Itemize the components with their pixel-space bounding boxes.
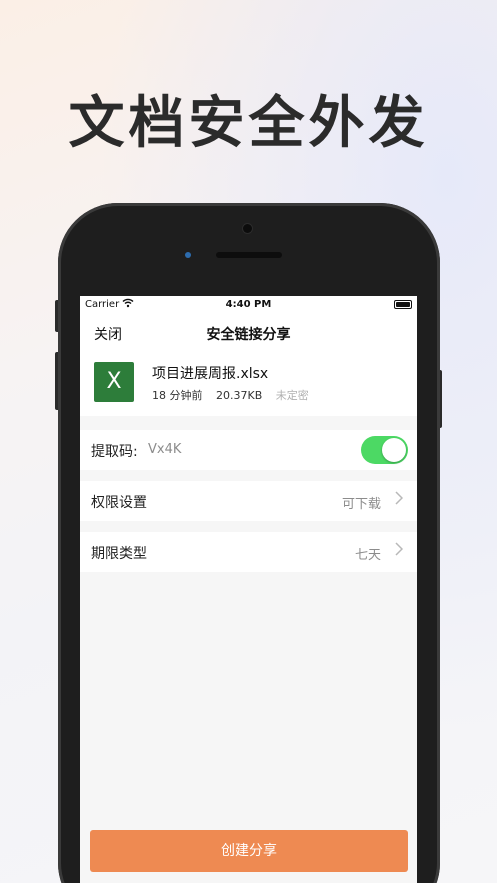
app-screen: Carrier 4:40 PM 关闭 安全链接分享 X 项目进展周报.xlsx … <box>80 296 417 883</box>
extract-code-label: 提取码: <box>91 444 138 460</box>
permission-label: 权限设置 <box>91 495 147 511</box>
permission-row[interactable]: 权限设置 可下载 <box>80 481 417 521</box>
expiry-row[interactable]: 期限类型 七天 <box>80 532 417 572</box>
expiry-label: 期限类型 <box>91 546 147 562</box>
extract-code-toggle[interactable] <box>361 436 408 464</box>
permission-value: 可下载 <box>341 497 381 512</box>
earpiece-speaker <box>216 252 282 258</box>
create-share-button[interactable]: 创建分享 <box>90 830 408 872</box>
status-time: 4:40 PM <box>225 299 272 310</box>
chevron-right-icon <box>395 542 404 560</box>
file-classification: 未定密 <box>275 389 309 402</box>
toggle-knob <box>382 438 406 462</box>
extract-code-row: 提取码: Vx4K <box>80 430 417 470</box>
page-title: 安全链接分享 <box>206 327 291 343</box>
excel-file-icon: X <box>94 362 134 402</box>
front-camera <box>243 224 252 233</box>
battery-icon <box>394 300 412 309</box>
file-name: 项目进展周报.xlsx <box>152 366 269 382</box>
file-card: X 项目进展周报.xlsx 18 分钟前 20.37KB 未定密 <box>80 352 417 416</box>
status-bar: Carrier 4:40 PM <box>80 296 417 314</box>
expiry-value: 七天 <box>354 548 381 563</box>
file-meta: 18 分钟前 20.37KB 未定密 <box>152 387 319 403</box>
proximity-sensor <box>185 252 191 258</box>
promo-headline: 文档安全外发 <box>68 91 429 156</box>
extract-code-value: Vx4K <box>148 442 182 457</box>
file-size: 20.37KB <box>216 389 263 402</box>
file-modified-time: 18 分钟前 <box>152 389 203 402</box>
chevron-right-icon <box>395 491 404 509</box>
nav-bar: 关闭 安全链接分享 <box>80 314 417 352</box>
